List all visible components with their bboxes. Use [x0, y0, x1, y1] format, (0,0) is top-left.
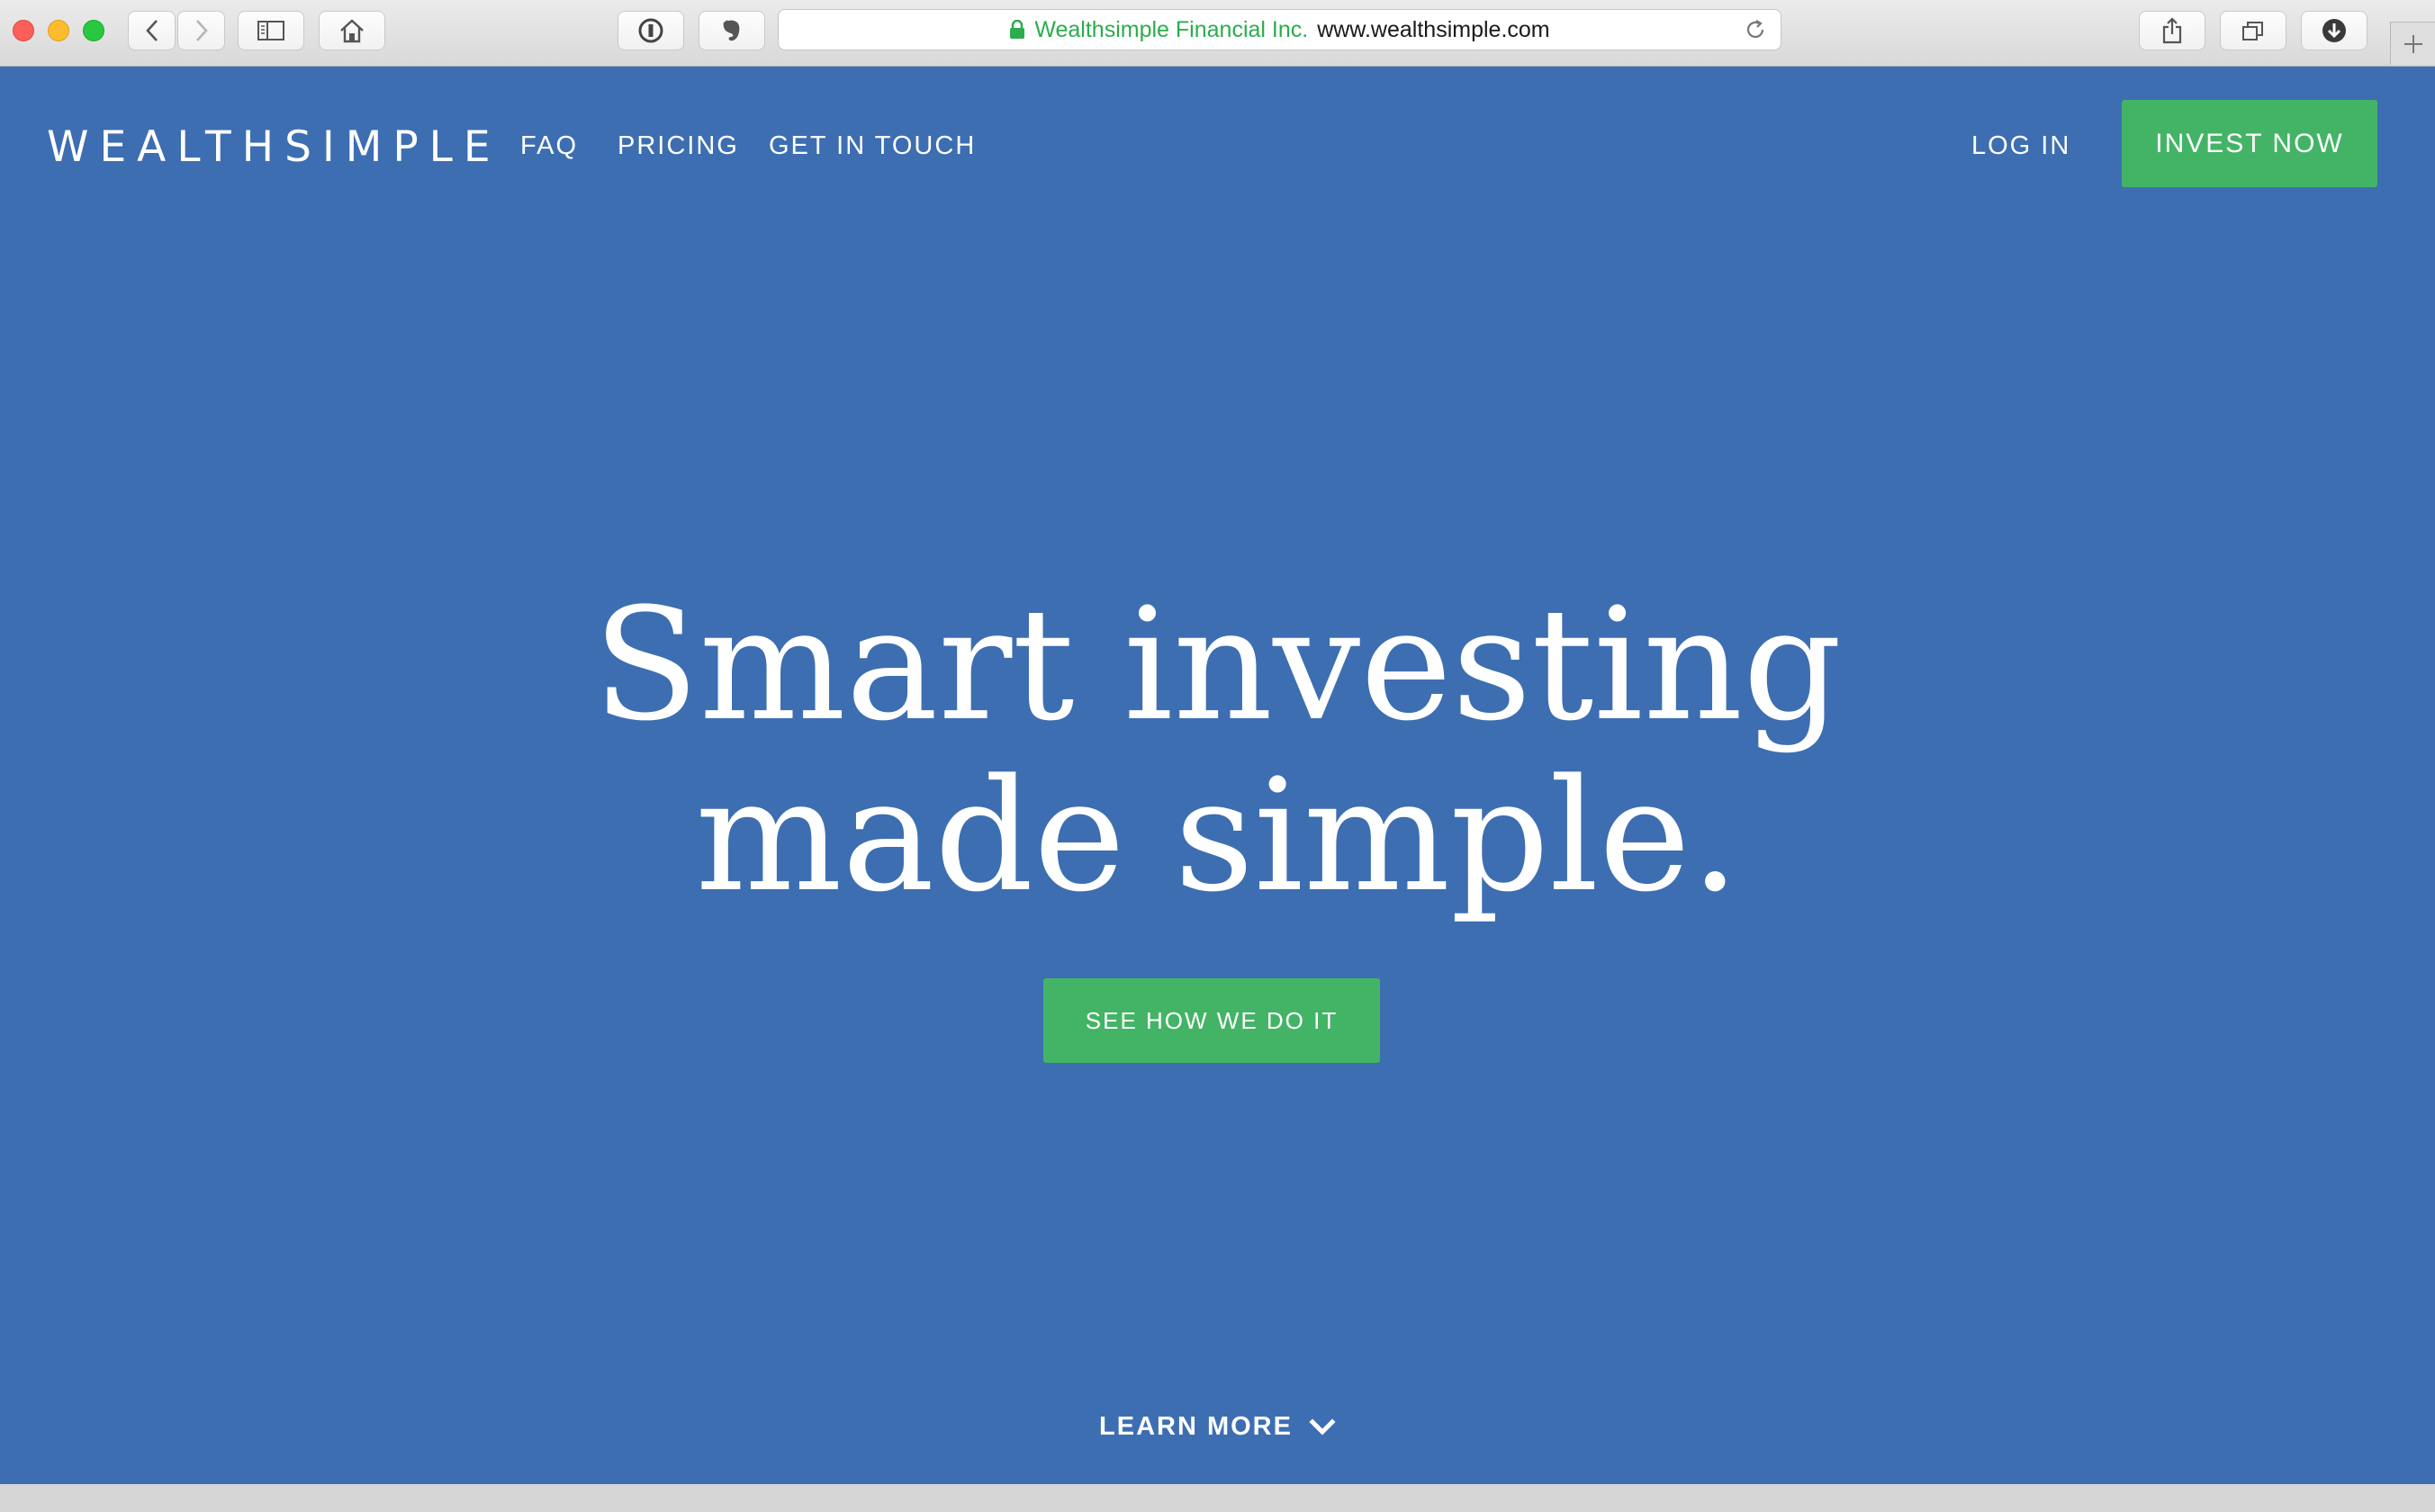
share-button[interactable]: [2139, 11, 2205, 50]
download-icon: [2322, 19, 2346, 42]
downloads-button[interactable]: [2301, 11, 2367, 50]
tabs-overview-button[interactable]: [2220, 11, 2286, 50]
share-icon: [2162, 17, 2182, 44]
fullscreen-window-button[interactable]: [83, 20, 104, 41]
browser-toolbar: Wealthsimple Financial Inc. www.wealthsi…: [0, 0, 2435, 67]
lock-icon: [1009, 20, 1025, 40]
hero-headline: Smart investing made simple.: [0, 580, 2435, 922]
window-bottom-edge: [0, 1484, 2435, 1512]
password-manager-icon: [638, 18, 663, 43]
chevron-down-icon: [1309, 1418, 1336, 1436]
back-button[interactable]: [128, 11, 176, 50]
see-how-we-do-it-button[interactable]: SEE HOW WE DO IT: [1043, 978, 1380, 1063]
page-content: WEALTHSIMPLE FAQ PRICING GET IN TOUCH LO…: [0, 67, 2435, 1484]
learn-more-label: LEARN MORE: [1099, 1412, 1293, 1441]
home-button[interactable]: [319, 11, 385, 50]
close-window-button[interactable]: [13, 20, 34, 41]
nav-link-pricing[interactable]: PRICING: [618, 131, 739, 161]
evernote-icon: [723, 20, 740, 41]
reload-icon[interactable]: [1745, 19, 1766, 45]
plus-icon: [2403, 34, 2422, 53]
hero-headline-line-2: made simple.: [695, 745, 1740, 926]
nav-link-get-in-touch[interactable]: GET IN TOUCH: [769, 131, 976, 161]
url-domain: www.wealthsimple.com: [1317, 16, 1550, 42]
address-bar[interactable]: Wealthsimple Financial Inc. www.wealthsi…: [778, 9, 1781, 50]
hero-headline-line-1: Smart investing: [592, 574, 1843, 755]
login-link[interactable]: LOG IN: [1971, 131, 2070, 161]
tabs-overview-icon: [2242, 22, 2263, 40]
chevron-left-icon: [145, 20, 158, 41]
evernote-button[interactable]: [699, 11, 765, 50]
invest-now-button[interactable]: INVEST NOW: [2122, 100, 2377, 187]
chevron-right-icon: [195, 20, 208, 41]
forward-button[interactable]: [177, 11, 225, 50]
site-logo[interactable]: WEALTHSIMPLE: [47, 122, 501, 172]
sidebar-toggle-button[interactable]: [238, 11, 304, 50]
secure-company-name: Wealthsimple Financial Inc.: [1034, 16, 1309, 42]
sidebar-icon: [257, 21, 284, 40]
nav-link-faq[interactable]: FAQ: [520, 131, 578, 161]
new-tab-button[interactable]: [2390, 22, 2435, 65]
learn-more-link[interactable]: LEARN MORE: [0, 1412, 2435, 1442]
minimize-window-button[interactable]: [48, 20, 69, 41]
home-icon: [340, 19, 364, 43]
password-manager-button[interactable]: [618, 11, 684, 50]
